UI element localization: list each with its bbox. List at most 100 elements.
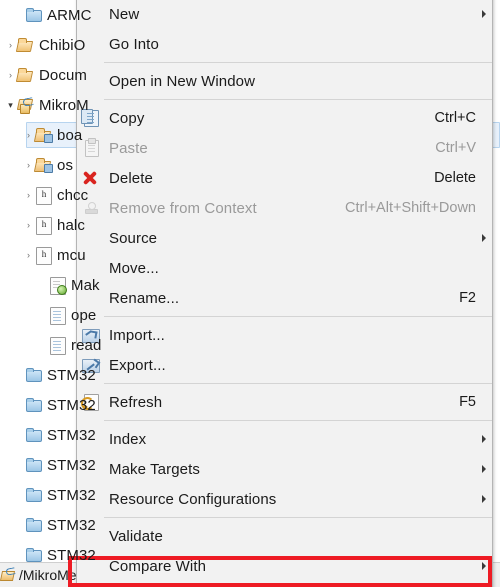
menu-item-label: Go Into — [109, 35, 159, 53]
menu-item-label: Paste — [109, 139, 148, 157]
menu-item-export[interactable]: Export... — [77, 350, 492, 380]
menu-item-label: Export... — [109, 356, 166, 374]
tree-item-label: mcu — [57, 246, 86, 264]
tree-item-label: Docum — [39, 66, 88, 84]
open-folder-icon — [17, 37, 35, 53]
menu-item-shortcut: F5 — [459, 394, 476, 410]
header-file-icon — [35, 187, 53, 205]
menu-item-label: Resource Configurations — [109, 490, 277, 508]
tree-item-label: halc — [57, 216, 85, 234]
tree-item-label: MikroM — [39, 96, 89, 114]
tree-item-label: ARMC — [47, 6, 92, 24]
tree-item-label: ope — [71, 306, 97, 324]
expand-arrow-icon[interactable]: › — [4, 40, 17, 50]
menu-item-restore-from-local-history[interactable]: Restore from Local History... — [77, 581, 492, 587]
folder-icon — [25, 457, 43, 473]
expand-arrow-icon[interactable]: › — [22, 190, 35, 200]
folder-icon — [25, 427, 43, 443]
text-file-icon — [49, 337, 67, 355]
menu-item-label: Copy — [109, 109, 145, 127]
open-folder-icon — [17, 67, 35, 83]
menu-item-validate[interactable]: Validate — [77, 521, 492, 551]
menu-item-label: Import... — [109, 326, 165, 344]
menu-item-compare-with[interactable]: Compare With — [77, 551, 492, 581]
menu-separator — [104, 99, 492, 100]
folder-icon — [25, 367, 43, 383]
source-folder-icon — [35, 127, 53, 143]
tree-item-label: read — [71, 336, 102, 354]
menu-item-make-targets[interactable]: Make Targets — [77, 454, 492, 484]
menu-item-rename[interactable]: Rename... F2 — [77, 283, 492, 313]
header-file-icon — [35, 247, 53, 265]
tree-item-label: Mak — [71, 276, 100, 294]
screenshot-root: ARMC › ChibiO › Docum ▾ MikroM › boa › os › chcc › hal… — [0, 0, 500, 587]
menu-item-index[interactable]: Index — [77, 424, 492, 454]
menu-item-open-in-new-window[interactable]: Open in New Window — [77, 66, 492, 96]
tree-item-label: boa — [57, 126, 83, 144]
menu-separator — [104, 62, 492, 63]
tree-item-label: STM32 — [47, 396, 96, 414]
project-icon — [1, 568, 17, 582]
menu-item-delete[interactable]: Delete Delete — [77, 163, 492, 193]
tree-item-label: ChibiO — [39, 36, 86, 54]
expand-arrow-icon[interactable]: › — [22, 130, 35, 140]
expand-arrow-icon[interactable]: › — [4, 70, 17, 80]
context-menu[interactable]: New Go Into Open in New Window Copy Ctrl+C Pa… — [76, 0, 493, 587]
menu-item-label: Compare With — [109, 557, 207, 575]
menu-item-import[interactable]: Import... — [77, 320, 492, 350]
menu-item-shortcut: Ctrl+C — [434, 110, 477, 126]
folder-icon — [25, 517, 43, 533]
submenu-arrow-icon — [482, 435, 486, 443]
expand-arrow-icon[interactable]: › — [22, 220, 35, 230]
folder-icon — [25, 397, 43, 413]
menu-separator — [104, 420, 492, 421]
menu-item-shortcut: Delete — [434, 170, 476, 186]
menu-item-paste: Paste Ctrl+V — [77, 133, 492, 163]
text-file-icon — [49, 307, 67, 325]
tree-item-label: STM32 — [47, 366, 96, 384]
folder-icon — [25, 547, 43, 563]
expand-arrow-icon[interactable]: › — [22, 160, 35, 170]
submenu-arrow-icon — [482, 10, 486, 18]
expand-arrow-icon[interactable]: › — [22, 250, 35, 260]
menu-item-remove-from-context: Remove from Context Ctrl+Alt+Shift+Down — [77, 193, 492, 223]
menu-item-label: Index — [109, 430, 147, 448]
tree-item-label: STM32 — [47, 546, 96, 564]
menu-item-shortcut: Ctrl+V — [435, 140, 476, 156]
menu-separator — [104, 383, 492, 384]
menu-item-label: Validate — [109, 527, 163, 545]
menu-item-label: Move... — [109, 259, 159, 277]
menu-separator — [104, 316, 492, 317]
status-bar-path: /MikroMe — [19, 567, 77, 583]
tree-item-label: STM32 — [47, 486, 96, 504]
menu-item-resource-configurations[interactable]: Resource Configurations — [77, 484, 492, 514]
menu-item-label: Source — [109, 229, 158, 247]
collapse-arrow-icon[interactable]: ▾ — [4, 100, 17, 111]
menu-item-new[interactable]: New — [77, 0, 492, 29]
menu-item-label: Rename... — [109, 289, 180, 307]
menu-item-copy[interactable]: Copy Ctrl+C — [77, 103, 492, 133]
menu-item-shortcut: Ctrl+Alt+Shift+Down — [345, 200, 476, 216]
submenu-arrow-icon — [482, 465, 486, 473]
submenu-arrow-icon — [482, 495, 486, 503]
submenu-arrow-icon — [482, 562, 486, 570]
menu-item-label: Refresh — [109, 393, 163, 411]
project-icon — [17, 97, 35, 114]
menu-item-label: Delete — [109, 169, 153, 187]
menu-item-source[interactable]: Source — [77, 223, 492, 253]
tree-item-label: STM32 — [47, 456, 96, 474]
menu-item-label: Open in New Window — [109, 72, 256, 90]
menu-item-go-into[interactable]: Go Into — [77, 29, 492, 59]
menu-item-label: Remove from Context — [109, 199, 257, 217]
menu-item-refresh[interactable]: Refresh F5 — [77, 387, 492, 417]
tree-item-label: STM32 — [47, 426, 96, 444]
menu-item-move[interactable]: Move... — [77, 253, 492, 283]
tree-item-label: os — [57, 156, 74, 174]
folder-icon — [25, 7, 43, 23]
source-folder-icon — [35, 157, 53, 173]
makefile-icon — [49, 277, 67, 295]
menu-separator — [104, 517, 492, 518]
tree-item-label: STM32 — [47, 516, 96, 534]
delete-icon — [77, 169, 107, 187]
tree-item-label: chcc — [57, 186, 89, 204]
